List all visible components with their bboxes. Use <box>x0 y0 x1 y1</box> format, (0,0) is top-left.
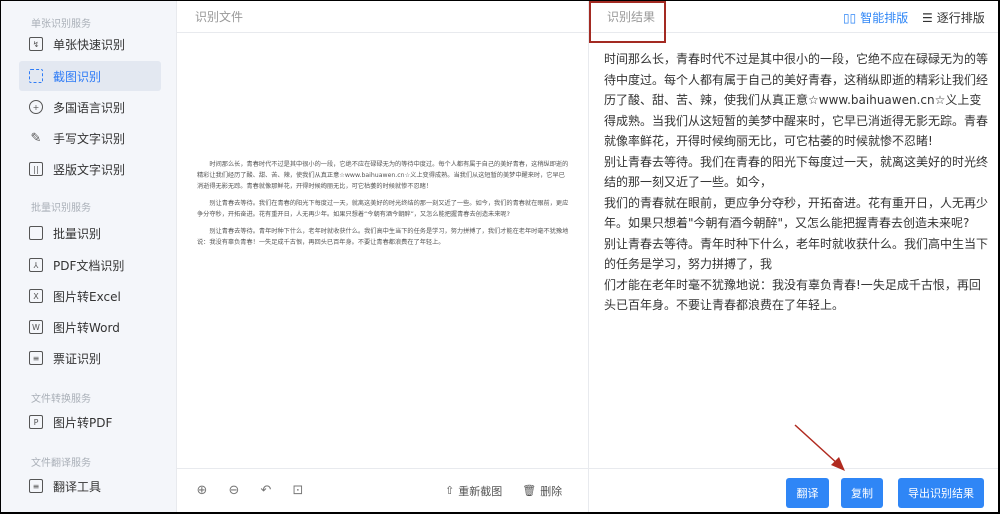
file-panel: 识别文件 时间那么长，青春时代不过是其中很小的一段，它绝不应在碌碌无为的等待中度… <box>177 1 589 512</box>
sidebar-item-label: PDF文档识别 <box>53 258 125 273</box>
ticket-icon: ≡ <box>29 351 43 365</box>
sidebar: 单张识别服务 批量识别服务 文件转换服务 文件翻译服务 ↯ 单张快速识别 截图识别… <box>1 1 177 512</box>
smart-layout-button[interactable]: ▯▯ 智能排版 <box>843 9 908 26</box>
sidebar-item-label: 票证识别 <box>53 351 102 366</box>
excel-icon: X <box>29 289 43 303</box>
result-panel: 识别结果 ▯▯ 智能排版 ☰ 逐行排版 时间那么长，青春时代不过是其中很小的一段，它… <box>589 1 998 512</box>
copy-button[interactable]: 复制 <box>841 478 883 508</box>
quick-scan-icon: ↯ <box>29 37 43 51</box>
sidebar-item-label: 单张快速识别 <box>53 37 126 52</box>
annotation-arrow <box>794 424 845 471</box>
trash-icon: 🗑 <box>522 484 537 497</box>
pdf-icon: ⅄ <box>29 258 43 272</box>
vertical-text-icon: || <box>29 162 43 176</box>
sidebar-item-label: 图片转Word <box>53 320 120 335</box>
smart-layout-label: 智能排版 <box>860 11 909 25</box>
preview-paragraph: 时间那么长，青春时代不过是其中很小的一段，它绝不应在碌碌无为的等待中度过。每个人… <box>197 161 569 190</box>
line-layout-label: 逐行排版 <box>936 11 985 25</box>
zoom-in-icon[interactable]: ⊕ <box>195 483 209 498</box>
sidebar-item-label: 截图识别 <box>53 69 102 84</box>
image-preview: 时间那么长，青春时代不过是其中很小的一段，它绝不应在碌碌无为的等待中度过。每个人… <box>197 159 569 254</box>
file-panel-title: 识别文件 <box>177 1 588 33</box>
crop-icon <box>29 69 43 83</box>
line-layout-icon: ☰ <box>922 10 933 25</box>
globe-icon: + <box>29 100 43 114</box>
sidebar-item-batch[interactable]: 批量识别 <box>19 218 161 248</box>
sidebar-item-pdf[interactable]: ⅄ PDF文档识别 <box>19 250 161 280</box>
rotate-icon[interactable]: ↶ <box>259 483 273 498</box>
pdf-convert-icon: P <box>29 415 43 429</box>
recapture-label: 重新截图 <box>458 484 503 498</box>
upload-icon: ⇧ <box>445 484 455 497</box>
preview-paragraph: 别让青春去等待。青年时种下什么，老年时就收获什么。我们高中生当下的任务是学习，努… <box>197 228 569 246</box>
sidebar-item-label: 批量识别 <box>53 226 102 241</box>
section-label: 文件翻译服务 <box>31 458 91 469</box>
word-icon: W <box>29 320 43 334</box>
section-label: 单张识别服务 <box>31 19 91 30</box>
sidebar-item-vertical[interactable]: || 竖版文字识别 <box>19 154 161 184</box>
sidebar-item-img2pdf[interactable]: P 图片转PDF <box>19 407 161 437</box>
sidebar-item-label: 图片转PDF <box>53 415 113 430</box>
translate-button[interactable]: 翻译 <box>786 478 829 508</box>
sidebar-item-translate[interactable]: ≡ 翻译工具 <box>19 471 161 501</box>
sidebar-item-label: 翻译工具 <box>53 479 102 494</box>
delete-label: 删除 <box>540 484 563 498</box>
section-label: 批量识别服务 <box>31 203 91 214</box>
smart-layout-icon: ▯▯ <box>843 10 857 25</box>
recapture-button[interactable]: ⇧ 重新截图 <box>445 483 502 499</box>
sidebar-item-word[interactable]: W 图片转Word <box>19 312 161 342</box>
result-text[interactable]: 时间那么长，青春时代不过是其中很小的一段，它绝不应在碌碌无为的等待中度过。每个人… <box>604 49 989 316</box>
sidebar-item-label: 图片转Excel <box>53 289 121 304</box>
export-button[interactable]: 导出识别结果 <box>898 478 984 508</box>
sidebar-item-label: 竖版文字识别 <box>53 162 126 177</box>
translate-icon: ≡ <box>29 479 43 493</box>
preview-paragraph: 别让青春去等待。我们在青春的阳光下每度过一天，就离这美好的时光终结的那一刻又近了… <box>197 200 569 218</box>
sidebar-item-excel[interactable]: X 图片转Excel <box>19 281 161 311</box>
section-label: 文件转换服务 <box>31 394 91 405</box>
preview-toolbar: ⊕ ⊖ ↶ ⊡ ⇧ 重新截图 🗑 删除 <box>177 468 588 512</box>
sidebar-item-ticket[interactable]: ≡ 票证识别 <box>19 343 161 373</box>
delete-button[interactable]: 🗑 删除 <box>522 483 562 499</box>
sidebar-item-label: 多国语言识别 <box>53 100 126 115</box>
sidebar-item-handwriting[interactable]: ✎ 手写文字识别 <box>19 123 161 153</box>
batch-icon <box>29 226 43 240</box>
fit-icon[interactable]: ⊡ <box>291 483 305 498</box>
sidebar-item-quick-scan[interactable]: ↯ 单张快速识别 <box>19 29 161 59</box>
line-layout-button[interactable]: ☰ 逐行排版 <box>922 9 985 26</box>
annotation-box <box>589 1 666 43</box>
sidebar-item-label: 手写文字识别 <box>53 131 126 146</box>
pen-icon: ✎ <box>30 130 42 146</box>
zoom-out-icon[interactable]: ⊖ <box>227 483 241 498</box>
sidebar-item-multilang[interactable]: + 多国语言识别 <box>19 92 161 122</box>
sidebar-item-screenshot[interactable]: 截图识别 <box>19 61 161 91</box>
